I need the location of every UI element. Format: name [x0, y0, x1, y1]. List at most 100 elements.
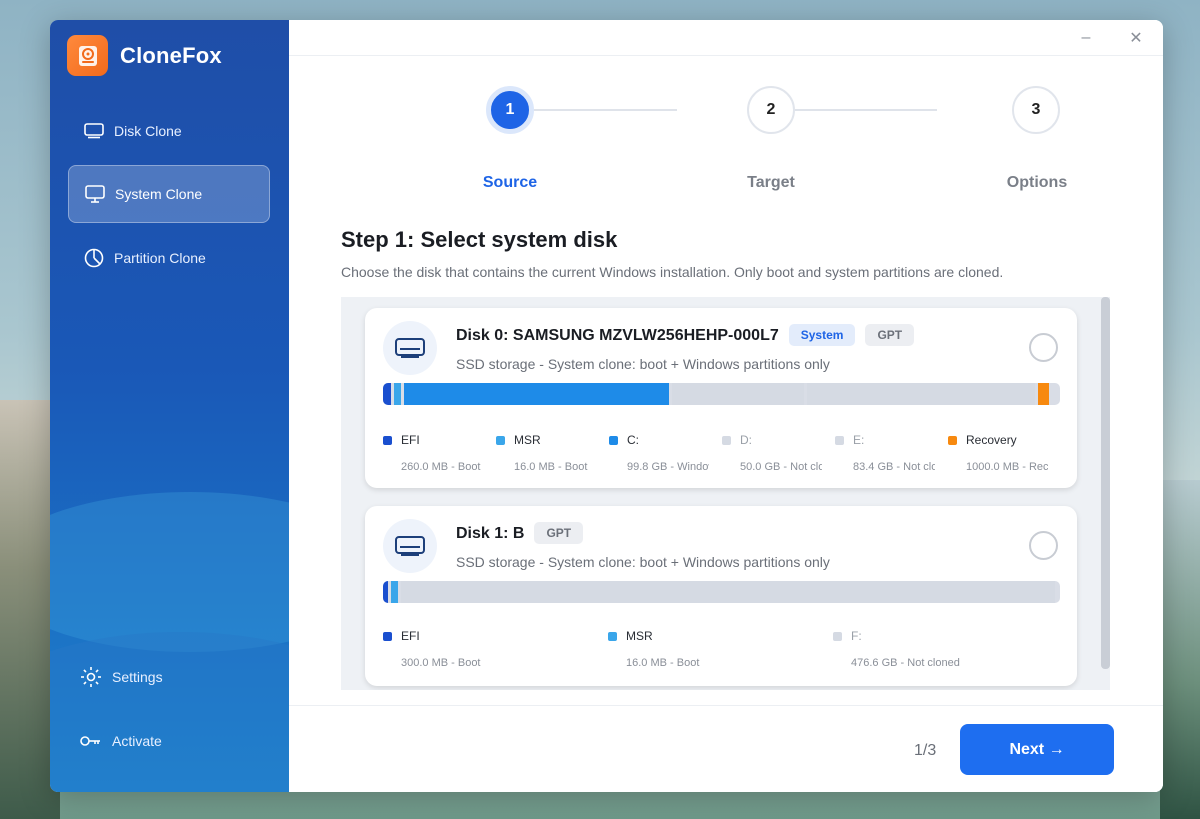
disk-list: Disk 0: SAMSUNG MZVLW256HEHP-000L7 System… [341, 297, 1110, 690]
disk-title: Disk 0: SAMSUNG MZVLW256HEHP-000L7 System… [456, 324, 915, 346]
wallpaper-right [1160, 480, 1200, 819]
page-description: Choose the disk that contains the curren… [341, 264, 1004, 280]
disk-select-radio[interactable] [1029, 531, 1058, 560]
partition-name: MSR [608, 629, 766, 643]
scrollbar[interactable] [1101, 297, 1110, 669]
stepper: 1 2 3 Source Target Options [289, 86, 1163, 196]
page-indicator: 1/3 [914, 742, 937, 759]
partition-name-text: D: [740, 433, 752, 447]
partition-legend-item: F: 476.6 GB - Not cloned [833, 629, 991, 669]
partition-name: MSR [496, 433, 596, 447]
partition-segment [1038, 383, 1049, 405]
disk-card[interactable]: Disk 0: SAMSUNG MZVLW256HEHP-000L7 System… [365, 308, 1077, 488]
monitor-icon [84, 121, 104, 141]
sidebar-item-label: System Clone [115, 186, 203, 202]
partition-bar [383, 581, 1060, 603]
key-icon [80, 730, 102, 752]
partition-name-text: MSR [626, 629, 653, 643]
partition-color-swatch [608, 631, 617, 641]
disk-subtitle: SSD storage - System clone: boot + Windo… [456, 554, 830, 570]
main-panel: – ✕ 1 2 3 Source Target Options Step 1: … [289, 20, 1163, 792]
page-title: Step 1: Select system disk [341, 227, 618, 252]
partition-segment [807, 383, 1035, 405]
partition-legend-item: E: 83.4 GB - Not cloned [835, 433, 935, 473]
desktop-icon [85, 184, 105, 204]
partition-detail: 16.0 MB - Boot [626, 657, 700, 669]
disk-card[interactable]: Disk 1: B GPT SSD storage - System clone:… [365, 506, 1077, 686]
sidebar-item-label: Partition Clone [114, 250, 206, 266]
clock-pie-icon [84, 248, 104, 268]
sidebar-item-activate[interactable]: Activate [80, 730, 162, 752]
partition-name: EFI [383, 629, 541, 643]
partition-name-text: EFI [401, 433, 420, 447]
partition-color-swatch [722, 435, 731, 445]
partition-detail: 50.0 GB - Not cloned [740, 461, 822, 473]
sidebar-item-label: Disk Clone [114, 123, 182, 139]
partition-legend-item: EFI 300.0 MB - Boot [383, 629, 541, 669]
sidebar-wave-decoration [50, 492, 289, 652]
sidebar: CloneFox Disk Clone System Clone Partiti… [50, 20, 289, 792]
partition-segment [383, 581, 388, 603]
partition-detail: 260.0 MB - Boot [401, 461, 481, 473]
partition-color-swatch [835, 435, 844, 445]
disk-title: Disk 1: B GPT [456, 522, 584, 544]
title-bar: – ✕ [289, 20, 1163, 56]
brand: CloneFox [67, 35, 222, 76]
partition-color-swatch [383, 435, 392, 445]
gpt-badge: GPT [865, 324, 915, 346]
app-logo-icon [67, 35, 108, 76]
disk-name: Disk 0: SAMSUNG MZVLW256HEHP-000L7 [456, 327, 779, 344]
app-name: CloneFox [120, 42, 222, 68]
minimize-button[interactable]: – [1076, 28, 1096, 48]
step-2-circle: 2 [747, 86, 795, 134]
disk-subtitle: SSD storage - System clone: boot + Windo… [456, 356, 830, 372]
disk-name: Disk 1: B [456, 525, 525, 542]
next-button[interactable]: Next → [960, 724, 1114, 775]
partition-legend-item: Recovery 1000.0 MB - Recovery [948, 433, 1048, 473]
partition-name-text: C: [627, 433, 639, 447]
hard-drive-icon [383, 321, 437, 375]
partition-segment [391, 581, 398, 603]
partition-color-swatch [609, 435, 618, 445]
partition-color-swatch [496, 435, 505, 445]
partition-detail: 476.6 GB - Not cloned [851, 657, 960, 669]
partition-segment [404, 383, 669, 405]
partition-legend-item: EFI 260.0 MB - Boot [383, 433, 483, 473]
partition-name-text: Recovery [966, 433, 1017, 447]
partition-segment [383, 383, 391, 405]
partition-name-text: F: [851, 629, 862, 643]
partition-detail: 300.0 MB - Boot [401, 657, 481, 669]
disk-select-radio[interactable] [1029, 333, 1058, 362]
partition-detail: 16.0 MB - Boot [514, 461, 588, 473]
partition-detail: 1000.0 MB - Recovery [966, 461, 1048, 473]
partition-name: Recovery [948, 433, 1048, 447]
partition-legend-item: MSR 16.0 MB - Boot [608, 629, 766, 669]
partition-legend-item: MSR 16.0 MB - Boot [496, 433, 596, 473]
close-button[interactable]: ✕ [1126, 28, 1146, 48]
step-3-circle: 3 [1012, 86, 1060, 134]
partition-color-swatch [833, 631, 842, 641]
gpt-badge: GPT [534, 522, 584, 544]
sidebar-item-partition-clone[interactable]: Partition Clone [68, 229, 270, 287]
partition-legend-item: C: 99.8 GB - Windows [609, 433, 709, 473]
partition-detail: 99.8 GB - Windows [627, 461, 709, 473]
system-badge: System [788, 324, 856, 346]
app-window: CloneFox Disk Clone System Clone Partiti… [50, 20, 1163, 792]
partition-color-swatch [383, 631, 392, 641]
partition-name-text: EFI [401, 629, 420, 643]
partition-name: D: [722, 433, 822, 447]
partition-name: C: [609, 433, 709, 447]
partition-legend-item: D: 50.0 GB - Not cloned [722, 433, 822, 473]
partition-name-text: E: [853, 433, 865, 447]
step-3-label: Options [1006, 174, 1068, 191]
sidebar-item-label: Activate [112, 733, 162, 749]
gear-icon [80, 666, 102, 688]
step-1-label: Source [482, 174, 538, 191]
partition-segment [401, 581, 1055, 603]
partition-name: E: [835, 433, 935, 447]
sidebar-item-label: Settings [112, 669, 163, 685]
sidebar-item-disk-clone[interactable]: Disk Clone [68, 102, 270, 160]
sidebar-item-settings[interactable]: Settings [80, 666, 163, 688]
sidebar-item-system-clone[interactable]: System Clone [68, 165, 270, 223]
partition-name: EFI [383, 433, 483, 447]
